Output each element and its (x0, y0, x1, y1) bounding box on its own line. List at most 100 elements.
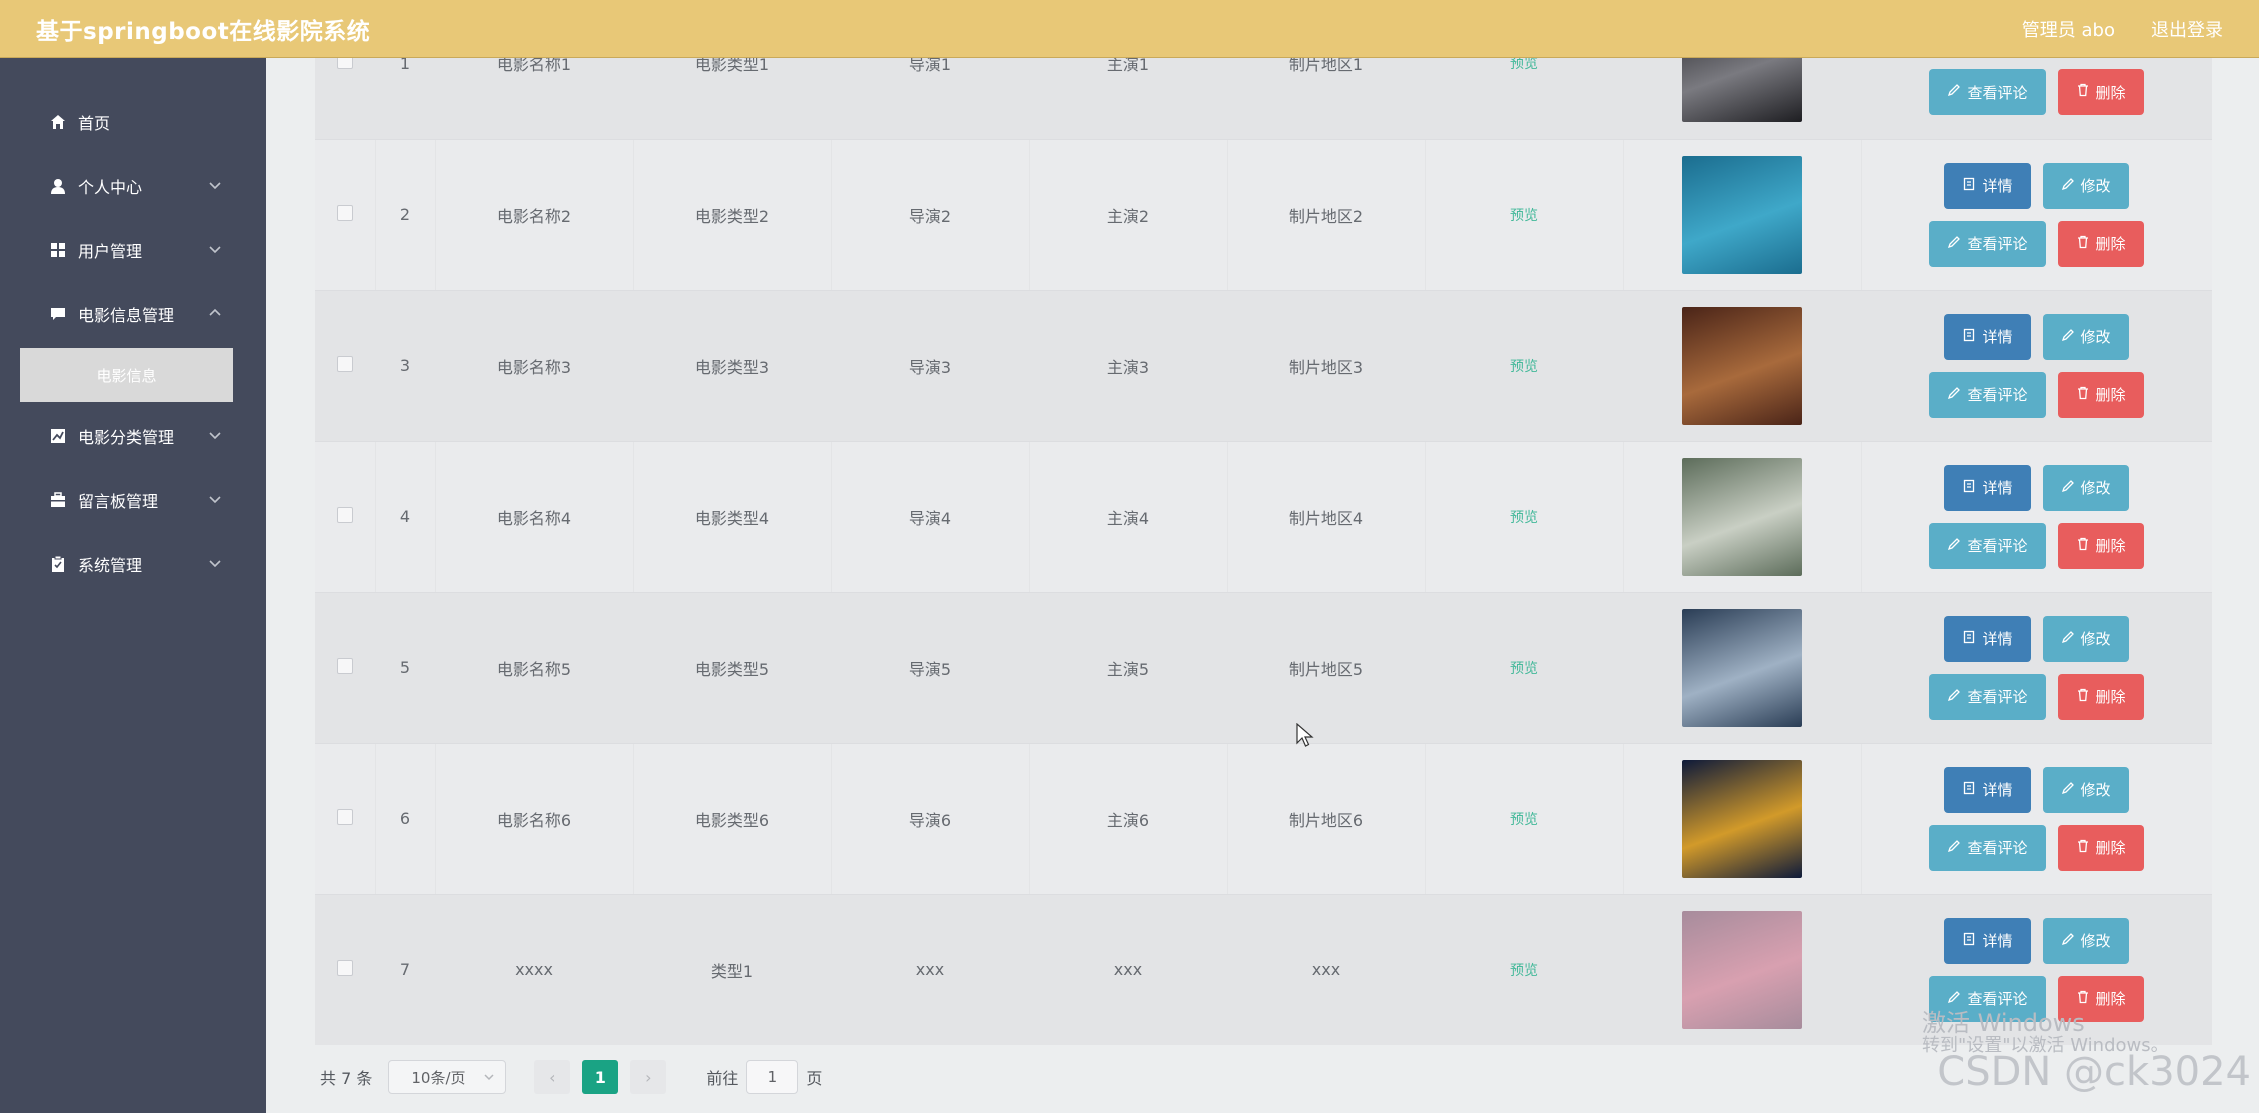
detail-button[interactable]: 详情 (1944, 464, 2031, 511)
table-row: 5 电影名称5 电影类型5 导演5 主演5 制片地区5 预览 详情 修改 查看评… (315, 592, 2212, 744)
movie-poster[interactable] (1682, 608, 1802, 727)
sidebar-item-label: 首页 (78, 114, 111, 133)
row-checkbox[interactable] (336, 959, 353, 976)
delete-button[interactable]: 删除 (2057, 824, 2144, 871)
movie-name: 电影名称2 (435, 139, 634, 291)
delete-button[interactable]: 删除 (2057, 371, 2144, 418)
preview-link[interactable]: 预览 (1425, 894, 1624, 1045)
movie-actor: 主演3 (1029, 290, 1228, 442)
row-index: 2 (375, 139, 436, 291)
trash-icon (2076, 235, 2090, 253)
mouse-cursor-icon (1296, 723, 1314, 747)
sidebar-subitem-movie-info[interactable]: 电影信息 (20, 348, 233, 402)
view-comments-button[interactable]: 查看评论 (1929, 522, 2046, 569)
row-index: 4 (375, 441, 436, 593)
pencil-icon (2061, 479, 2075, 497)
detail-button[interactable]: 详情 (1944, 766, 2031, 813)
preview-link[interactable]: 预览 (1425, 441, 1624, 593)
view-comments-button[interactable]: 查看评论 (1929, 220, 2046, 267)
poster-cell (1623, 290, 1862, 442)
table-row: 4 电影名称4 电影类型4 导演4 主演4 制片地区4 预览 详情 修改 查看评… (315, 441, 2212, 593)
view-comments-button-label: 查看评论 (1967, 688, 2028, 706)
chevron-right-icon: › (645, 1067, 652, 1087)
preview-link[interactable]: 预览 (1425, 139, 1624, 291)
movie-poster[interactable] (1682, 155, 1802, 274)
document-icon (1962, 932, 1976, 950)
preview-link[interactable]: 预览 (1425, 290, 1624, 442)
detail-button[interactable]: 详情 (1944, 313, 2031, 360)
detail-button[interactable]: 详情 (1944, 615, 2031, 662)
chevron-down-icon (484, 1074, 494, 1081)
pencil-icon (1947, 688, 1961, 706)
sidebar-item-message-board[interactable]: 留言板管理 (0, 468, 266, 532)
sidebar-item-profile[interactable]: 个人中心 (0, 154, 266, 218)
delete-button-label: 删除 (2095, 83, 2126, 102)
logout-link[interactable]: 退出登录 (2151, 16, 2223, 42)
trash-icon (2076, 83, 2090, 101)
delete-button-label: 删除 (2095, 688, 2126, 706)
delete-button[interactable]: 删除 (2057, 220, 2144, 267)
delete-button[interactable]: 删除 (2057, 673, 2144, 720)
poster-cell (1623, 441, 1862, 593)
edit-button[interactable]: 修改 (2042, 766, 2129, 813)
trash-icon (2076, 839, 2090, 857)
edit-button[interactable]: 修改 (2042, 917, 2129, 964)
goto-page-input[interactable] (746, 1060, 799, 1094)
row-checkbox[interactable] (336, 657, 353, 674)
row-checkbox[interactable] (336, 506, 353, 523)
trash-icon (2076, 688, 2090, 706)
preview-link[interactable]: 预览 (1425, 743, 1624, 895)
movie-name: 电影名称4 (435, 441, 634, 593)
prev-page-button[interactable]: ‹ (534, 1060, 571, 1094)
sidebar-item-label: 个人中心 (78, 178, 143, 197)
movie-actor: 主演4 (1029, 441, 1228, 593)
edit-button[interactable]: 修改 (2042, 313, 2129, 360)
goto-prefix: 前往 (706, 1069, 739, 1088)
view-comments-button[interactable]: 查看评论 (1929, 371, 2046, 418)
sidebar-item-movie-info[interactable]: 电影信息管理 (0, 282, 266, 346)
view-comments-button[interactable]: 查看评论 (1929, 69, 2046, 116)
document-icon (1962, 328, 1976, 346)
movie-type: 电影类型2 (633, 139, 832, 291)
view-comments-button[interactable]: 查看评论 (1929, 824, 2046, 871)
pagination: 共 7 条 10条/页 ‹ 1 › 前往 页 (320, 1060, 822, 1094)
row-index: 7 (375, 894, 436, 1045)
page-size-select[interactable]: 10条/页 (388, 1060, 507, 1094)
detail-button[interactable]: 详情 (1944, 917, 2031, 964)
row-checkbox-cell (315, 894, 376, 1045)
movie-poster[interactable] (1682, 457, 1802, 576)
edit-button[interactable]: 修改 (2042, 162, 2129, 209)
movie-director: 导演2 (831, 139, 1030, 291)
sidebar-item-home[interactable]: 首页 (0, 90, 266, 154)
next-page-button[interactable]: › (630, 1060, 667, 1094)
page-size-value: 10条/页 (411, 1068, 466, 1087)
movie-poster[interactable] (1682, 306, 1802, 425)
movie-poster[interactable] (1682, 910, 1802, 1029)
pencil-icon (2061, 630, 2075, 648)
movie-director: 导演3 (831, 290, 1030, 442)
row-index: 5 (375, 592, 436, 744)
delete-button[interactable]: 删除 (2057, 69, 2144, 116)
pencil-icon (1947, 83, 1961, 101)
edit-button[interactable]: 修改 (2042, 464, 2129, 511)
edit-button[interactable]: 修改 (2042, 615, 2129, 662)
sidebar-item-system[interactable]: 系统管理 (0, 532, 266, 596)
movie-poster[interactable] (1682, 759, 1802, 878)
view-comments-button[interactable]: 查看评论 (1929, 673, 2046, 720)
page-number-current[interactable]: 1 (582, 1060, 619, 1094)
delete-button[interactable]: 删除 (2057, 522, 2144, 569)
sidebar-item-movie-category[interactable]: 电影分类管理 (0, 404, 266, 468)
detail-button[interactable]: 详情 (1944, 162, 2031, 209)
row-checkbox[interactable] (336, 355, 353, 372)
sidebar-item-users[interactable]: 用户管理 (0, 218, 266, 282)
movie-type: 电影类型6 (633, 743, 832, 895)
preview-link[interactable]: 预览 (1425, 592, 1624, 744)
delete-button-label: 删除 (2095, 839, 2126, 857)
actions-cell: 详情 修改 查看评论 删除 (1861, 441, 2212, 593)
pencil-icon (1947, 990, 1961, 1008)
pencil-icon (2061, 932, 2075, 950)
row-checkbox[interactable] (336, 808, 353, 825)
detail-button-label: 详情 (1982, 479, 2013, 497)
row-checkbox-cell (315, 743, 376, 895)
row-checkbox[interactable] (336, 204, 353, 221)
